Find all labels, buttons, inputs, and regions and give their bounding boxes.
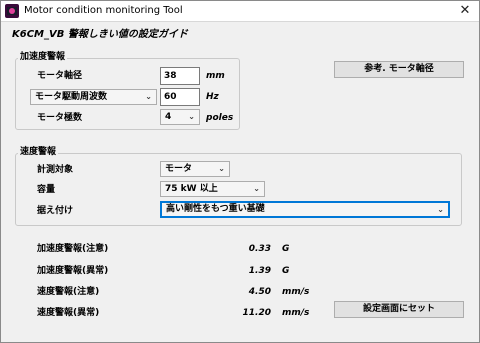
poles-unit: poles [206,113,234,123]
chevron-down-icon: ⌄ [437,205,444,214]
chevron-down-icon: ⌄ [188,112,195,121]
window-title: Motor condition monitoring Tool [24,5,183,16]
reference-shaft-button[interactable]: 参考. モータ軸径 [334,61,464,78]
motor-shaft-label: モータ軸径 [37,71,83,81]
result-value-accel-abnormal: 1.39 [248,266,271,276]
capacity-label: 容量 [37,185,56,195]
poles-label: モータ極数 [37,113,83,123]
freq-select-label: モータ駆動周波数 [35,92,108,102]
chevron-down-icon: ⌄ [253,184,260,193]
result-value-velocity-caution: 4.50 [248,287,271,297]
result-label-accel-caution: 加速度警報(注意) [37,244,109,254]
close-icon[interactable]: ✕ [454,1,476,21]
capacity-select[interactable]: 75 kW 以上 ⌄ [160,181,265,197]
mount-select-value: 高い剛性をもつ重い基礎 [166,204,265,214]
result-label-velocity-abnormal: 速度警報(異常) [37,308,100,318]
result-label-velocity-caution: 速度警報(注意) [37,287,100,297]
set-to-settings-button[interactable]: 設定画面にセット [334,301,464,318]
target-select[interactable]: モータ ⌄ [160,161,230,177]
result-unit-accel-abnormal: G [282,266,290,276]
motor-shaft-input[interactable]: 38 [160,67,200,85]
page-title: K6CM_VB 警報しきい値の設定ガイド [12,29,188,40]
capacity-select-value: 75 kW 以上 [165,184,218,194]
result-value-accel-caution: 0.33 [248,244,271,254]
result-label-accel-abnormal: 加速度警報(異常) [37,266,109,276]
poles-select[interactable]: 4 ⌄ [160,109,200,125]
result-unit-velocity-abnormal: mm/s [282,308,310,318]
app-icon [5,4,19,18]
motor-shaft-unit: mm [206,71,225,81]
freq-select[interactable]: モータ駆動周波数 ⌄ [30,89,157,105]
chevron-down-icon: ⌄ [218,164,225,173]
target-label: 計測対象 [37,165,74,175]
result-unit-accel-caution: G [282,244,290,254]
poles-select-value: 4 [165,112,172,122]
target-select-value: モータ [165,164,193,174]
freq-unit: Hz [206,92,219,102]
mount-label: 据え付け [37,206,74,216]
result-unit-velocity-caution: mm/s [282,287,310,297]
result-value-velocity-abnormal: 11.20 [242,308,271,318]
mount-select[interactable]: 高い剛性をもつ重い基礎 ⌄ [160,201,450,218]
accel-group-label: 加速度警報 [18,51,68,63]
freq-input[interactable]: 60 [160,88,200,106]
chevron-down-icon: ⌄ [145,92,152,101]
velocity-group-label: 速度警報 [18,146,59,158]
